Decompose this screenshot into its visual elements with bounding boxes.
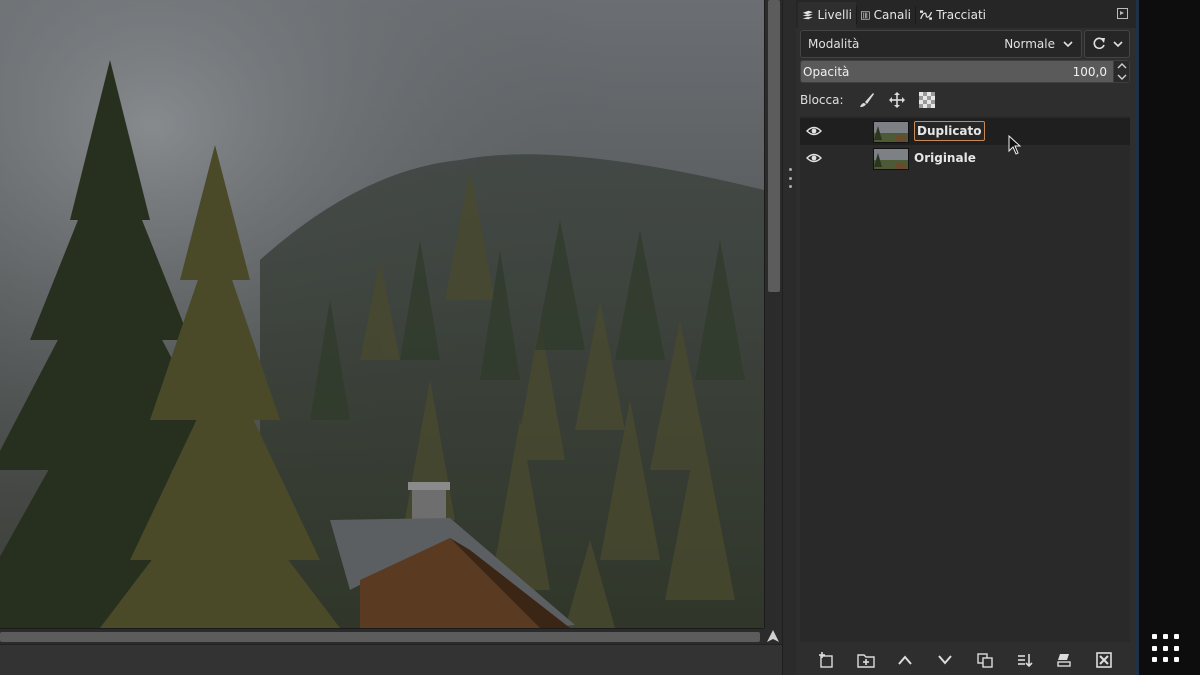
navigate-icon[interactable] xyxy=(764,628,782,644)
lock-position-icon[interactable] xyxy=(882,89,912,111)
opacity-slider[interactable]: Opacità 100,0 xyxy=(800,60,1130,83)
tab-label: Canali xyxy=(873,8,911,22)
vertical-scroll-thumb[interactable] xyxy=(768,0,780,292)
eye-icon[interactable] xyxy=(806,124,822,138)
delete-layer-icon[interactable] xyxy=(1091,649,1117,671)
tab-canali[interactable]: Canali xyxy=(857,2,916,28)
chevron-up-icon[interactable] xyxy=(1117,63,1127,69)
horizontal-scrollbar[interactable] xyxy=(0,628,764,644)
layer-thumbnail xyxy=(873,148,909,170)
layer-thumbnail xyxy=(873,121,909,143)
dock-edge xyxy=(1136,0,1139,675)
add-mask-icon[interactable] xyxy=(1051,649,1077,671)
composite-mode-select[interactable] xyxy=(1084,30,1130,58)
layer-row[interactable]: Duplicato xyxy=(800,118,1130,155)
duplicate-layer-icon[interactable] xyxy=(972,649,998,671)
horizontal-scroll-thumb[interactable] xyxy=(0,632,760,642)
layer-row[interactable]: Originale xyxy=(800,145,1130,172)
chevron-down-icon xyxy=(1063,41,1073,48)
photo-misty-forest xyxy=(0,0,764,628)
dock-tabbar: Livelli Canali Tracciati xyxy=(796,0,1136,28)
lock-alpha-icon[interactable] xyxy=(912,89,942,111)
vertical-scrollbar[interactable] xyxy=(764,0,782,628)
mode-value: Normale xyxy=(1004,37,1055,51)
chevron-down-icon xyxy=(1112,41,1123,48)
paths-icon xyxy=(920,10,933,20)
reset-mode-icon xyxy=(1093,37,1105,50)
layer-name[interactable]: Originale xyxy=(914,151,976,165)
dock-separator[interactable] xyxy=(782,0,796,675)
tab-tracciati[interactable]: Tracciati xyxy=(916,2,990,28)
lower-layer-icon[interactable] xyxy=(932,649,958,671)
opacity-spinner[interactable] xyxy=(1113,61,1129,82)
app-grid-icon[interactable] xyxy=(1152,634,1184,664)
merge-down-icon[interactable] xyxy=(1012,649,1038,671)
opacity-value: 100,0 xyxy=(1072,65,1107,79)
raise-layer-icon[interactable] xyxy=(892,649,918,671)
layers-toolbar xyxy=(800,646,1130,674)
drag-handle-icon[interactable] xyxy=(788,168,792,188)
layer-name-input[interactable]: Duplicato xyxy=(914,121,985,141)
channels-icon xyxy=(861,10,870,20)
layers-icon xyxy=(802,10,813,20)
new-group-icon[interactable] xyxy=(853,649,879,671)
tab-livelli[interactable]: Livelli xyxy=(798,2,857,28)
new-layer-icon[interactable] xyxy=(813,649,839,671)
eye-icon[interactable] xyxy=(806,151,822,165)
mode-select[interactable]: Modalità Normale xyxy=(800,30,1082,58)
tab-label: Tracciati xyxy=(936,8,986,22)
chevron-down-icon[interactable] xyxy=(1117,74,1127,80)
lock-pixels-icon[interactable] xyxy=(852,89,882,111)
image-canvas[interactable] xyxy=(0,0,764,628)
tab-label: Livelli xyxy=(817,8,852,22)
opacity-label: Opacità xyxy=(803,65,850,79)
layers-list[interactable]: Duplicato Originale xyxy=(800,116,1130,642)
lock-label: Blocca: xyxy=(800,93,844,107)
layers-dock: Livelli Canali Tracciati Modalità Normal… xyxy=(796,0,1136,675)
mode-label: Modalità xyxy=(808,37,860,51)
tab-menu-icon[interactable] xyxy=(1117,8,1128,19)
status-bar xyxy=(0,644,782,675)
